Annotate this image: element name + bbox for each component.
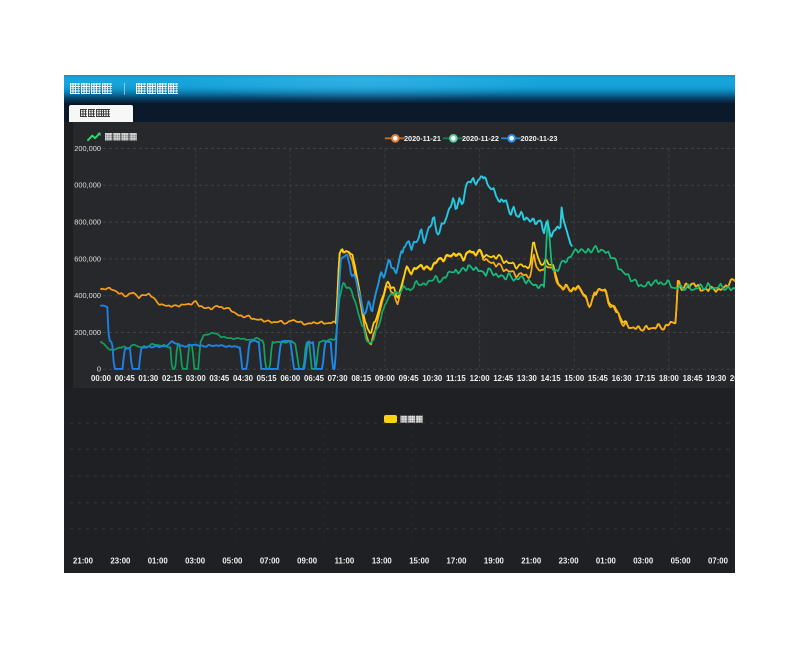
- svg-text:11:15: 11:15: [446, 374, 466, 383]
- svg-text:07:30: 07:30: [328, 374, 349, 383]
- svg-text:18:45: 18:45: [683, 374, 704, 383]
- svg-text:02:15: 02:15: [162, 374, 183, 383]
- svg-text:09:00: 09:00: [375, 374, 396, 383]
- svg-text:03:45: 03:45: [209, 374, 230, 383]
- svg-text:400,000: 400,000: [74, 291, 101, 300]
- svg-text:09:00: 09:00: [297, 556, 318, 565]
- svg-text:04:30: 04:30: [233, 374, 254, 383]
- svg-text:01:00: 01:00: [596, 556, 617, 565]
- svg-text:00:45: 00:45: [115, 374, 136, 383]
- svg-text:01:30: 01:30: [138, 374, 159, 383]
- svg-text:11:00: 11:00: [335, 556, 355, 565]
- svg-text:09:45: 09:45: [399, 374, 420, 383]
- svg-text:200,000: 200,000: [74, 143, 101, 152]
- svg-text:05:00: 05:00: [671, 556, 692, 565]
- svg-text:03:00: 03:00: [185, 556, 206, 565]
- svg-text:16:30: 16:30: [612, 374, 633, 383]
- svg-text:12:45: 12:45: [493, 374, 514, 383]
- svg-text:12:00: 12:00: [470, 374, 491, 383]
- svg-text:21:00: 21:00: [73, 556, 94, 565]
- svg-text:03:00: 03:00: [186, 374, 207, 383]
- svg-text:14:15: 14:15: [541, 374, 562, 383]
- svg-text:07:00: 07:00: [708, 556, 729, 565]
- svg-text:15:00: 15:00: [409, 556, 430, 565]
- svg-text:2020-11-23: 2020-11-23: [521, 134, 558, 143]
- svg-text:18:00: 18:00: [659, 374, 680, 383]
- svg-text:21:00: 21:00: [521, 556, 542, 565]
- svg-text:05:00: 05:00: [222, 556, 243, 565]
- svg-text:17:15: 17:15: [635, 374, 656, 383]
- svg-text:03:00: 03:00: [633, 556, 654, 565]
- svg-text:19:30: 19:30: [706, 374, 727, 383]
- svg-text:10:30: 10:30: [422, 374, 443, 383]
- svg-text:13:30: 13:30: [517, 374, 538, 383]
- svg-text:01:00: 01:00: [148, 556, 169, 565]
- svg-text:15:45: 15:45: [588, 374, 609, 383]
- svg-text:00:00: 00:00: [91, 374, 112, 383]
- svg-text:23:00: 23:00: [110, 556, 131, 565]
- svg-text:800,000: 800,000: [74, 217, 101, 226]
- svg-text:15:00: 15:00: [564, 374, 585, 383]
- svg-text:06:00: 06:00: [280, 374, 301, 383]
- svg-text:07:00: 07:00: [260, 556, 281, 565]
- svg-text:08:15: 08:15: [351, 374, 372, 383]
- svg-text:06:45: 06:45: [304, 374, 325, 383]
- svg-text:2020-11-22: 2020-11-22: [462, 134, 499, 143]
- svg-text:17:00: 17:00: [447, 556, 468, 565]
- svg-text:200,000: 200,000: [74, 327, 101, 336]
- svg-text:2020-11-21: 2020-11-21: [404, 134, 441, 143]
- svg-text:20:15: 20:15: [730, 374, 735, 383]
- svg-text:23:00: 23:00: [559, 556, 580, 565]
- svg-text:000,000: 000,000: [74, 180, 101, 189]
- svg-text:600,000: 600,000: [74, 254, 101, 263]
- svg-text:0: 0: [97, 364, 101, 373]
- svg-text:13:00: 13:00: [372, 556, 393, 565]
- svg-text:05:15: 05:15: [257, 374, 278, 383]
- svg-text:19:00: 19:00: [484, 556, 505, 565]
